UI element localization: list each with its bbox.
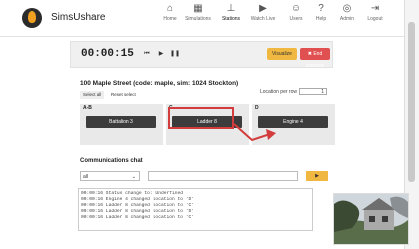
- rewind-button[interactable]: ⏮: [141, 49, 153, 59]
- nav-help[interactable]: ? Help: [312, 3, 330, 33]
- location-per-row: Location per row 1: [260, 88, 327, 95]
- app-logo[interactable]: [22, 8, 42, 28]
- top-navbar: SimsUshare ⌂ Home ▦ Simulations ⊥ Stations …: [0, 0, 405, 37]
- unit-battalion-3[interactable]: Battalion 3: [86, 116, 156, 128]
- nav-users[interactable]: ☺ Users: [286, 3, 306, 33]
- log-entry: 00:00:16 Ladder 8 changed location to 'C…: [81, 215, 195, 220]
- visualize-button[interactable]: Visualize: [267, 48, 297, 60]
- exercise-timer: 00:00:15: [81, 48, 134, 60]
- location-per-row-select[interactable]: 1: [298, 88, 327, 95]
- message-input[interactable]: [148, 171, 298, 181]
- exercise-controls: 00:00:15 ⏮ ▶ ❚❚ Visualize ✖ End exercise: [70, 41, 333, 69]
- play-button[interactable]: ▶: [155, 49, 167, 59]
- highlight-box: [168, 107, 234, 129]
- home-icon: ⌂: [166, 3, 174, 14]
- nav-admin[interactable]: ◎ Admin: [337, 3, 357, 33]
- channel-select[interactable]: all ⌄: [80, 171, 140, 181]
- chat-log[interactable]: 00:00:16 Status change to: Underfined 00…: [78, 188, 313, 231]
- nav-logout[interactable]: ⇥ Logout: [364, 3, 386, 33]
- help-icon: ?: [318, 3, 324, 14]
- drag-arrow-icon: [233, 123, 276, 142]
- select-all-button[interactable]: Select all: [80, 91, 105, 99]
- location-column-a-b[interactable]: A-B Battalion 3: [80, 104, 163, 145]
- reset-select-button[interactable]: Reset select: [108, 91, 139, 99]
- send-button[interactable]: ▶: [306, 171, 328, 181]
- end-exercise-button[interactable]: ✖ End exercise: [300, 48, 330, 69]
- logout-icon: ⇥: [370, 3, 380, 14]
- webcam-thumbnail: [333, 193, 409, 245]
- nav-watch-live[interactable]: ▶ Watch Live: [248, 3, 278, 33]
- nav-home[interactable]: ⌂ Home: [160, 3, 180, 33]
- communications-panel: Communications chat all ⌄ ▶: [70, 155, 331, 184]
- flame-icon: [28, 11, 36, 23]
- nav-simulations[interactable]: ▦ Simulations: [185, 3, 211, 33]
- pause-button[interactable]: ❚❚: [169, 49, 181, 59]
- communications-title: Communications chat: [80, 158, 143, 164]
- incident-title: 100 Maple Street (code: maple, sim: 1024…: [80, 80, 239, 87]
- users-icon: ☺: [290, 3, 302, 14]
- chevron-down-icon: ⌄: [131, 174, 136, 180]
- app-name: SimsUshare: [51, 12, 106, 23]
- scene-image: [334, 194, 408, 244]
- play-icon: ▶: [259, 3, 267, 14]
- scrollbar-thumb[interactable]: [408, 22, 415, 182]
- user-icon: ◎: [342, 3, 352, 14]
- map-icon: ▦: [193, 3, 203, 14]
- nav-stations[interactable]: ⊥ Stations: [219, 3, 243, 33]
- sitemap-icon: ⊥: [226, 3, 236, 14]
